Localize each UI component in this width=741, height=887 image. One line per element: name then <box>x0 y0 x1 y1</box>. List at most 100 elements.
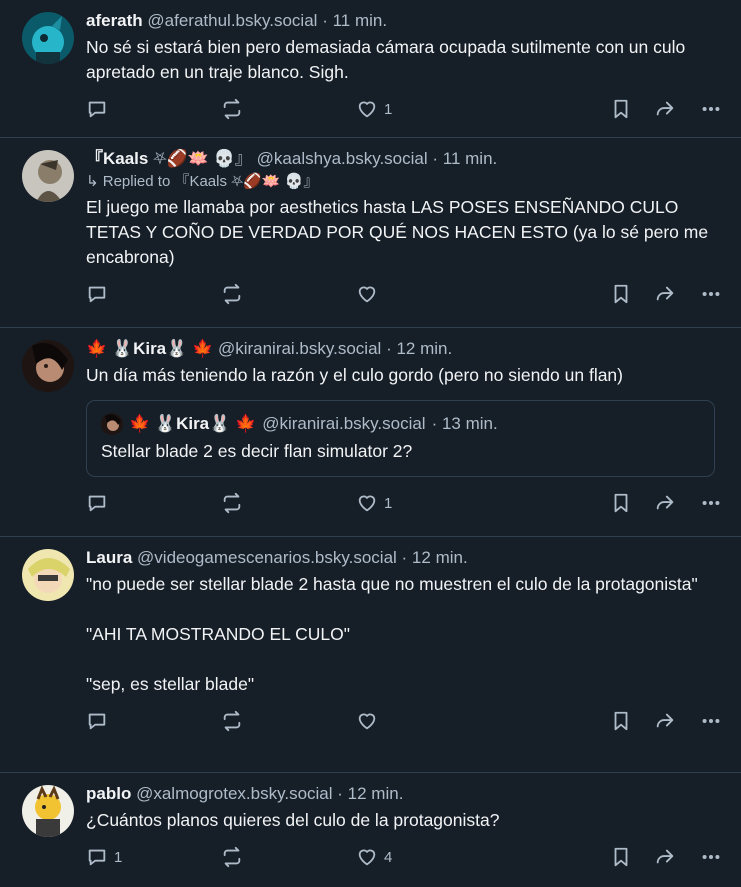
heart-icon <box>358 101 376 118</box>
bookmark-icon <box>614 493 628 513</box>
author-name[interactable]: Laura <box>86 548 132 567</box>
more-button[interactable] <box>700 485 722 521</box>
quoted-post-time[interactable]: · 13 min. <box>432 413 498 435</box>
more-button[interactable] <box>700 91 722 127</box>
post-time[interactable]: · 11 min. <box>322 11 387 30</box>
avatar[interactable] <box>22 785 74 837</box>
post-actions <box>86 276 727 320</box>
reply-to-name[interactable]: 『Kaals ⛧🏈🪷 💀』 <box>174 173 318 190</box>
repost-button[interactable] <box>221 839 249 875</box>
avatar[interactable] <box>22 340 74 392</box>
quoted-author-handle[interactable]: @kiranirai.bsky.social <box>262 413 425 435</box>
share-button[interactable] <box>654 91 676 127</box>
quoted-post-text: Stellar blade 2 es decir flan simulator … <box>101 441 413 461</box>
reply-button[interactable]: 1 <box>86 839 122 875</box>
share-button[interactable] <box>654 703 676 739</box>
reply-button[interactable] <box>86 91 114 127</box>
more-icon <box>702 500 720 506</box>
post-header: 🍁 🐰Kira🐰 🍁 @kiranirai.bsky.social · 12 m… <box>86 338 727 360</box>
author-handle[interactable]: @aferathul.bsky.social <box>147 11 317 30</box>
quoted-post-header: 🍁 🐰Kira🐰 🍁 @kiranirai.bsky.social · 13 m… <box>101 413 700 435</box>
quoted-avatar <box>101 413 123 435</box>
avatar[interactable] <box>22 150 74 202</box>
post-text: "no puede ser stellar blade 2 hasta que … <box>86 574 698 694</box>
post[interactable]: 🍁 🐰Kira🐰 🍁 @kiranirai.bsky.social · 12 m… <box>0 328 741 537</box>
author-name[interactable]: Kira <box>133 339 166 358</box>
share-icon <box>656 495 674 510</box>
author-handle[interactable]: @xalmogrotex.bsky.social <box>136 784 332 803</box>
repost-button[interactable] <box>221 485 249 521</box>
share-button[interactable] <box>654 839 676 875</box>
post-header: 『Kaals ⛧🏈🪷 💀』 @kaalshya.bsky.social · 11… <box>86 148 727 170</box>
avatar[interactable] <box>22 549 74 601</box>
like-count: 1 <box>384 494 393 512</box>
avatar[interactable] <box>22 12 74 64</box>
heart-icon <box>358 849 376 866</box>
reply-count: 1 <box>114 848 123 866</box>
reply-context[interactable]: ↳ Replied to 『Kaals ⛧🏈🪷 💀』 <box>86 172 727 192</box>
more-icon <box>702 291 720 297</box>
author-handle[interactable]: @kaalshya.bsky.social <box>257 149 428 168</box>
repost-button[interactable] <box>221 91 249 127</box>
repost-icon <box>223 710 241 732</box>
more-button[interactable] <box>700 839 722 875</box>
author-name[interactable]: pablo <box>86 784 131 803</box>
more-icon <box>702 854 720 860</box>
like-button[interactable]: 4 <box>356 839 392 875</box>
repost-icon <box>223 846 241 868</box>
like-count: 4 <box>384 848 393 866</box>
bookmark-icon <box>614 99 628 119</box>
post[interactable]: Laura @videogamescenarios.bsky.social · … <box>0 537 741 773</box>
heart-icon <box>358 495 376 512</box>
bookmark-icon <box>614 284 628 304</box>
post[interactable]: pablo @xalmogrotex.bsky.social · 12 min.… <box>0 773 741 887</box>
reply-button[interactable] <box>86 485 114 521</box>
bookmark-button[interactable] <box>610 91 632 127</box>
bookmark-button[interactable] <box>610 703 632 739</box>
reply-icon <box>88 286 106 303</box>
share-icon <box>656 286 674 301</box>
post[interactable]: aferath @aferathul.bsky.social · 11 min.… <box>0 0 741 138</box>
repost-button[interactable] <box>221 703 249 739</box>
post-time[interactable]: · 12 min. <box>386 339 452 358</box>
share-icon <box>656 713 674 728</box>
share-button[interactable] <box>654 485 676 521</box>
more-button[interactable] <box>700 276 722 312</box>
like-button[interactable] <box>356 703 384 739</box>
more-icon <box>702 718 720 724</box>
quoted-post[interactable]: 🍁 🐰Kira🐰 🍁 @kiranirai.bsky.social · 13 m… <box>86 400 715 477</box>
author-name[interactable]: 『Kaals <box>86 149 148 168</box>
post-text: ¿Cuántos planos quieres del culo de la p… <box>86 810 500 830</box>
share-button[interactable] <box>654 276 676 312</box>
reply-icon <box>88 101 106 118</box>
like-button[interactable]: 1 <box>356 91 392 127</box>
repost-icon <box>223 283 241 305</box>
post-feed: aferath @aferathul.bsky.social · 11 min.… <box>0 0 741 887</box>
author-handle[interactable]: @videogamescenarios.bsky.social <box>137 548 397 567</box>
heart-icon <box>358 713 376 730</box>
author-handle[interactable]: @kiranirai.bsky.social <box>218 339 381 358</box>
like-button[interactable] <box>356 276 384 312</box>
author-name[interactable]: aferath <box>86 11 143 30</box>
post-header: pablo @xalmogrotex.bsky.social · 12 min. <box>86 783 727 805</box>
more-button[interactable] <box>700 703 722 739</box>
reply-button[interactable] <box>86 276 114 312</box>
bookmark-button[interactable] <box>610 485 632 521</box>
bookmark-button[interactable] <box>610 276 632 312</box>
reply-icon <box>88 849 106 866</box>
author-name-emoji: 🐰 🍁 <box>166 339 214 358</box>
author-name-emoji: ⛧🏈🪷 💀』 <box>153 149 252 168</box>
bookmark-button[interactable] <box>610 839 632 875</box>
repost-icon <box>223 98 241 120</box>
bookmark-icon <box>614 847 628 867</box>
quoted-author-emoji: 🐰 🍁 <box>209 414 257 433</box>
quoted-author-name[interactable]: Kira <box>176 414 209 433</box>
post-time[interactable]: · 11 min. <box>432 149 497 168</box>
reply-icon <box>88 713 106 730</box>
post[interactable]: 『Kaals ⛧🏈🪷 💀』 @kaalshya.bsky.social · 11… <box>0 138 741 328</box>
repost-button[interactable] <box>221 276 249 312</box>
reply-button[interactable] <box>86 703 114 739</box>
like-button[interactable]: 1 <box>356 485 392 521</box>
post-time[interactable]: · 12 min. <box>402 548 468 567</box>
post-time[interactable]: · 12 min. <box>337 784 403 803</box>
